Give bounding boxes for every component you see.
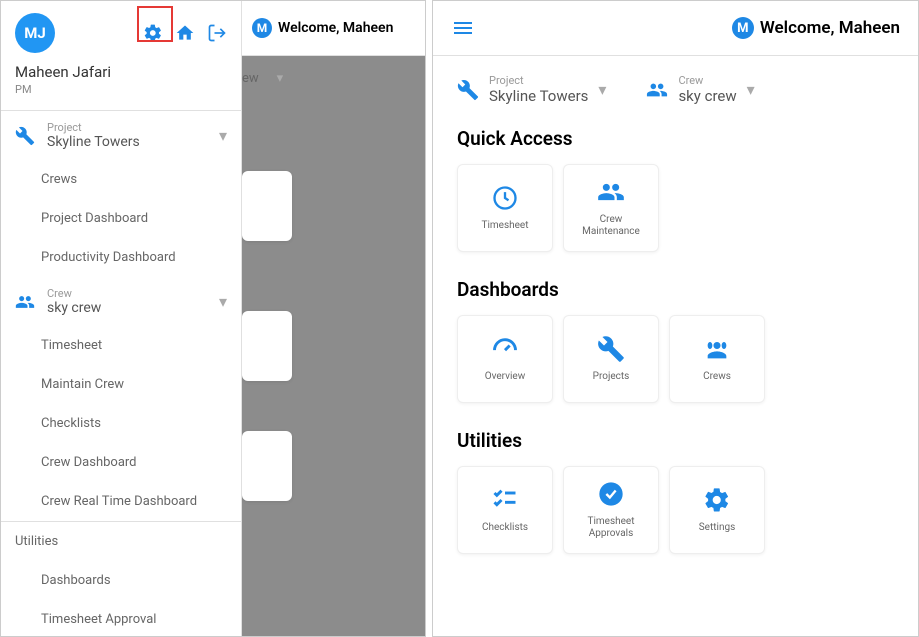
crew-value: sky crew xyxy=(47,300,219,316)
project-dropdown[interactable]: Project Skyline Towers ▾ xyxy=(457,74,606,105)
nav-crew-dashboard[interactable]: Crew Dashboard xyxy=(1,443,241,482)
nav-crews[interactable]: Crews xyxy=(1,160,241,199)
nav-project-dashboard[interactable]: Project Dashboard xyxy=(1,199,241,238)
card-label: Overview xyxy=(485,371,526,383)
bg-welcome-text: Welcome, Maheen xyxy=(278,20,393,36)
card-settings[interactable]: Settings xyxy=(669,466,765,554)
left-panel: M Welcome, Maheen ew ▾ MJ xyxy=(0,0,426,637)
gear-icon xyxy=(703,486,731,514)
card-crews[interactable]: Crews xyxy=(669,315,765,403)
card-label: CrewMaintenance xyxy=(582,214,640,238)
approval-check-icon xyxy=(597,480,625,508)
card-label: Timesheet xyxy=(481,220,528,232)
card-overview[interactable]: Overview xyxy=(457,315,553,403)
project-label: Project xyxy=(47,121,219,134)
gauge-icon xyxy=(491,335,519,363)
bg-card xyxy=(242,431,292,501)
nav-crew-realtime-dashboard[interactable]: Crew Real Time Dashboard xyxy=(1,482,241,521)
project-value: Skyline Towers xyxy=(489,87,588,105)
app-logo-icon: M xyxy=(252,18,272,38)
header: M Welcome, Maheen xyxy=(433,1,918,56)
bg-card xyxy=(242,171,292,241)
nav-timesheet-approval[interactable]: Timesheet Approval xyxy=(1,600,241,637)
project-dropdown[interactable]: Project Skyline Towers ▾ xyxy=(1,111,241,160)
tools-icon xyxy=(457,79,479,101)
tools-icon xyxy=(597,335,625,363)
project-label: Project xyxy=(489,74,588,87)
quick-access-heading: Quick Access xyxy=(457,127,894,150)
card-checklists[interactable]: Checklists xyxy=(457,466,553,554)
caret-down-icon: ▾ xyxy=(747,80,755,99)
home-icon[interactable] xyxy=(175,23,195,43)
nav-dashboards[interactable]: Dashboards xyxy=(1,561,241,600)
main-content: Project Skyline Towers ▾ Crew sky crew ▾… xyxy=(433,56,918,598)
people-icon xyxy=(15,292,35,312)
card-timesheet-approvals[interactable]: TimesheetApprovals xyxy=(563,466,659,554)
clock-icon xyxy=(491,184,519,212)
card-label: Checklists xyxy=(482,522,528,534)
hamburger-menu-icon[interactable] xyxy=(451,16,475,40)
tools-icon xyxy=(15,126,35,146)
highlight-box-settings xyxy=(137,6,173,42)
card-label: Projects xyxy=(593,371,630,383)
card-label: Crews xyxy=(703,371,731,383)
utilities-section-title: Utilities xyxy=(1,522,241,561)
crew-value: sky crew xyxy=(678,87,736,105)
user-role: PM xyxy=(1,83,241,110)
nav-productivity-dashboard[interactable]: Productivity Dashboard xyxy=(1,238,241,277)
caret-down-icon: ▾ xyxy=(598,80,606,99)
card-label: TimesheetApprovals xyxy=(587,516,634,540)
card-label: Settings xyxy=(699,522,736,534)
app-logo-icon: M xyxy=(732,17,754,39)
caret-down-icon: ▾ xyxy=(219,126,227,145)
project-value: Skyline Towers xyxy=(47,134,219,150)
nav-maintain-crew[interactable]: Maintain Crew xyxy=(1,365,241,404)
right-panel: M Welcome, Maheen Project Skyline Towers… xyxy=(432,0,919,637)
crew-dropdown[interactable]: Crew sky crew ▾ xyxy=(646,74,754,105)
nav-timesheet[interactable]: Timesheet xyxy=(1,326,241,365)
caret-down-icon: ▾ xyxy=(219,292,227,311)
people-icon xyxy=(597,178,625,206)
bg-header: M Welcome, Maheen xyxy=(242,1,425,56)
crew-label: Crew xyxy=(47,287,219,300)
card-projects[interactable]: Projects xyxy=(563,315,659,403)
bg-card xyxy=(242,311,292,381)
header-title: M Welcome, Maheen xyxy=(732,17,900,39)
card-timesheet[interactable]: Timesheet xyxy=(457,164,553,252)
utilities-heading: Utilities xyxy=(457,429,894,452)
crew-label: Crew xyxy=(678,74,736,87)
people-icon xyxy=(646,79,668,101)
dashboards-heading: Dashboards xyxy=(457,278,894,301)
logout-icon[interactable] xyxy=(207,23,227,43)
checklist-icon xyxy=(491,486,519,514)
people-icon xyxy=(703,335,731,363)
sidebar-header: MJ xyxy=(1,1,241,57)
user-name: Maheen Jafari xyxy=(1,57,241,83)
card-crew-maintenance[interactable]: CrewMaintenance xyxy=(563,164,659,252)
bg-crew-dropdown-fragment: ew ▾ xyxy=(242,71,283,86)
caret-down-icon: ▾ xyxy=(277,71,284,86)
avatar[interactable]: MJ xyxy=(15,13,55,53)
sidebar: MJ Maheen Jafari PM Project xyxy=(1,1,242,636)
welcome-text: Welcome, Maheen xyxy=(760,18,900,38)
nav-checklists[interactable]: Checklists xyxy=(1,404,241,443)
dimmed-background: M Welcome, Maheen ew ▾ xyxy=(242,1,425,636)
crew-dropdown[interactable]: Crew sky crew ▾ xyxy=(1,277,241,326)
